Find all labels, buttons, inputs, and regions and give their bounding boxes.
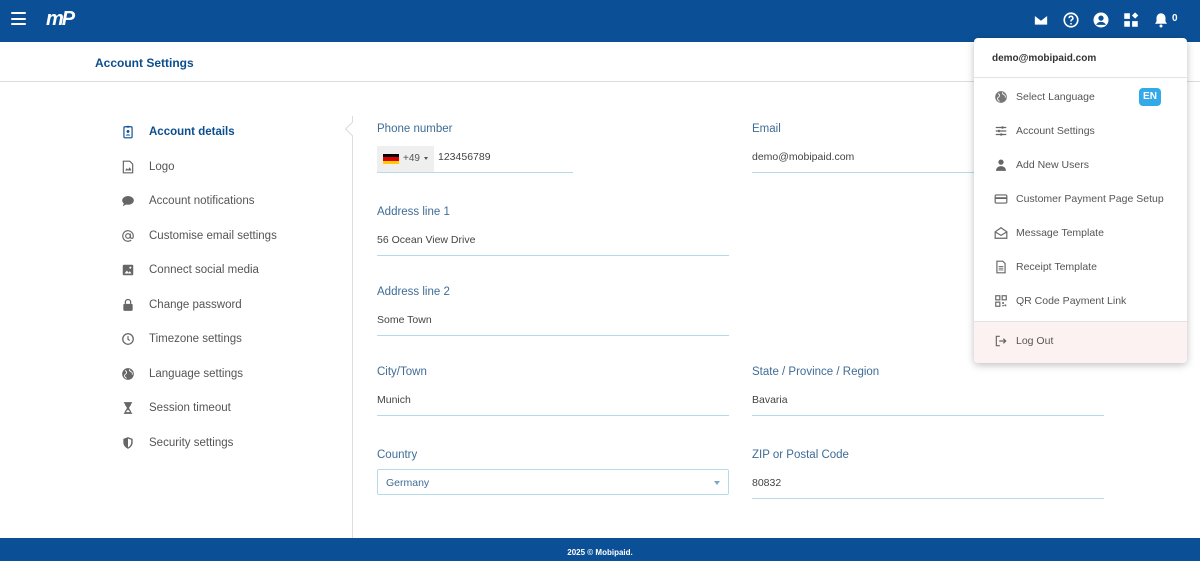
menu-item-account-settings[interactable]: Account Settings (974, 117, 1187, 145)
email-input[interactable]: demo@mobipaid.com (752, 151, 854, 163)
notification-count: 0 (1172, 13, 1178, 24)
address-line-2-underline (377, 335, 729, 336)
menu-item-label: Account Settings (1016, 125, 1095, 137)
sidebar-item-label: Session timeout (149, 402, 231, 414)
menu-item-label: Select Language (1016, 91, 1095, 103)
phone-underline (377, 172, 573, 173)
sidebar-item-label: Security settings (149, 437, 234, 449)
envelope-open-icon (994, 226, 1008, 240)
sidebar-item-connect-social[interactable]: Connect social media (115, 261, 345, 281)
document-icon (994, 260, 1008, 274)
sidebar-item-label: Timezone settings (149, 333, 242, 345)
page-title: Account Settings (95, 56, 194, 70)
bell-icon[interactable] (1152, 11, 1170, 29)
top-navbar: mP 0 (0, 0, 1200, 42)
active-item-pointer (344, 121, 360, 137)
sidebar-item-logo[interactable]: Logo (115, 158, 345, 178)
apps-icon[interactable] (1122, 11, 1140, 29)
city-underline (377, 415, 729, 416)
menu-item-label: QR Code Payment Link (1016, 295, 1127, 307)
sidebar-divider (352, 116, 353, 538)
sidebar-item-customise-email[interactable]: Customise email settings (115, 227, 345, 247)
at-sign-icon (121, 229, 135, 243)
chat-bubble-icon (121, 194, 135, 208)
state-label: State / Province / Region (752, 366, 880, 378)
sidebar-item-session-timeout[interactable]: Session timeout (115, 399, 345, 419)
user-icon (994, 158, 1008, 172)
shield-icon (121, 436, 135, 450)
sidebar-item-timezone[interactable]: Timezone settings (115, 330, 345, 350)
germany-flag-icon (383, 154, 399, 164)
sidebar-item-security[interactable]: Security settings (115, 434, 345, 454)
hourglass-icon (121, 401, 135, 415)
country-selected-value: Germany (386, 477, 430, 489)
menu-user-email: demo@mobipaid.com (992, 53, 1097, 64)
logout-icon (994, 334, 1008, 348)
address-line-1-underline (377, 255, 729, 256)
country-code-selector[interactable]: +49 (377, 146, 434, 172)
menu-item-customer-payment-page[interactable]: Customer Payment Page Setup (974, 185, 1187, 213)
menu-item-label: Log Out (1016, 335, 1054, 347)
help-icon[interactable] (1062, 11, 1080, 29)
zip-input[interactable]: 80832 (752, 477, 781, 489)
globe-icon (994, 90, 1008, 104)
footer-copyright: 2025 © Mobipaid. (567, 548, 633, 557)
qr-code-icon (994, 294, 1008, 308)
sidebar-item-language[interactable]: Language settings (115, 365, 345, 385)
sidebar-item-label: Connect social media (149, 264, 259, 276)
lock-icon (121, 298, 135, 312)
address-line-1-input[interactable]: 56 Ocean View Drive (377, 234, 475, 246)
state-input[interactable]: Bavaria (752, 394, 788, 406)
email-label: Email (752, 123, 781, 135)
hamburger-menu-icon[interactable] (11, 12, 26, 25)
address-line-2-label: Address line 2 (377, 286, 450, 298)
state-underline (752, 415, 1104, 416)
menu-item-qr-code-payment-link[interactable]: QR Code Payment Link (974, 287, 1187, 315)
phone-input[interactable]: 123456789 (438, 151, 491, 163)
menu-item-add-new-users[interactable]: Add New Users (974, 151, 1187, 179)
sidebar-item-label: Account details (149, 126, 235, 138)
zip-underline (752, 498, 1104, 499)
address-line-2-input[interactable]: Some Town (377, 314, 432, 326)
menu-item-label: Customer Payment Page Setup (1016, 193, 1164, 205)
clock-icon (121, 332, 135, 346)
id-badge-icon (121, 125, 135, 139)
mobipaid-logo[interactable]: mP (46, 9, 75, 29)
account-dropdown-menu: demo@mobipaid.com Select Language EN Acc… (974, 38, 1187, 363)
sidebar-item-label: Account notifications (149, 195, 255, 207)
sidebar-item-label: Logo (149, 161, 175, 173)
city-input[interactable]: Munich (377, 394, 411, 406)
country-label: Country (377, 449, 418, 461)
footer: 2025 © Mobipaid. (0, 538, 1200, 561)
picture-icon (121, 263, 135, 277)
phone-label: Phone number (377, 123, 453, 135)
caret-down-icon (424, 157, 428, 160)
menu-divider (974, 77, 1187, 78)
menu-item-label: Message Template (1016, 227, 1104, 239)
sidebar-item-label: Customise email settings (149, 230, 277, 242)
image-icon (121, 160, 135, 174)
sidebar-item-label: Change password (149, 299, 242, 311)
zip-label: ZIP or Postal Code (752, 449, 849, 461)
dial-code: +49 (403, 153, 420, 164)
sidebar-item-change-password[interactable]: Change password (115, 296, 345, 316)
sidebar-item-label: Language settings (149, 368, 243, 380)
country-select[interactable]: Germany (377, 469, 729, 495)
globe-icon (121, 367, 135, 381)
sidebar-item-account-details[interactable]: Account details (115, 123, 345, 143)
mail-icon[interactable] (1032, 11, 1050, 29)
menu-item-log-out[interactable]: Log Out (974, 327, 1187, 355)
chevron-down-icon (714, 481, 720, 485)
sidebar-item-account-notifications[interactable]: Account notifications (115, 192, 345, 212)
account-circle-icon[interactable] (1092, 11, 1110, 29)
menu-item-message-template[interactable]: Message Template (974, 219, 1187, 247)
credit-card-icon (994, 192, 1008, 206)
menu-item-label: Receipt Template (1016, 261, 1097, 273)
sliders-icon (994, 124, 1008, 138)
language-badge[interactable]: EN (1139, 88, 1161, 106)
menu-item-receipt-template[interactable]: Receipt Template (974, 253, 1187, 281)
menu-item-label: Add New Users (1016, 159, 1089, 171)
address-line-1-label: Address line 1 (377, 206, 450, 218)
city-label: City/Town (377, 366, 427, 378)
